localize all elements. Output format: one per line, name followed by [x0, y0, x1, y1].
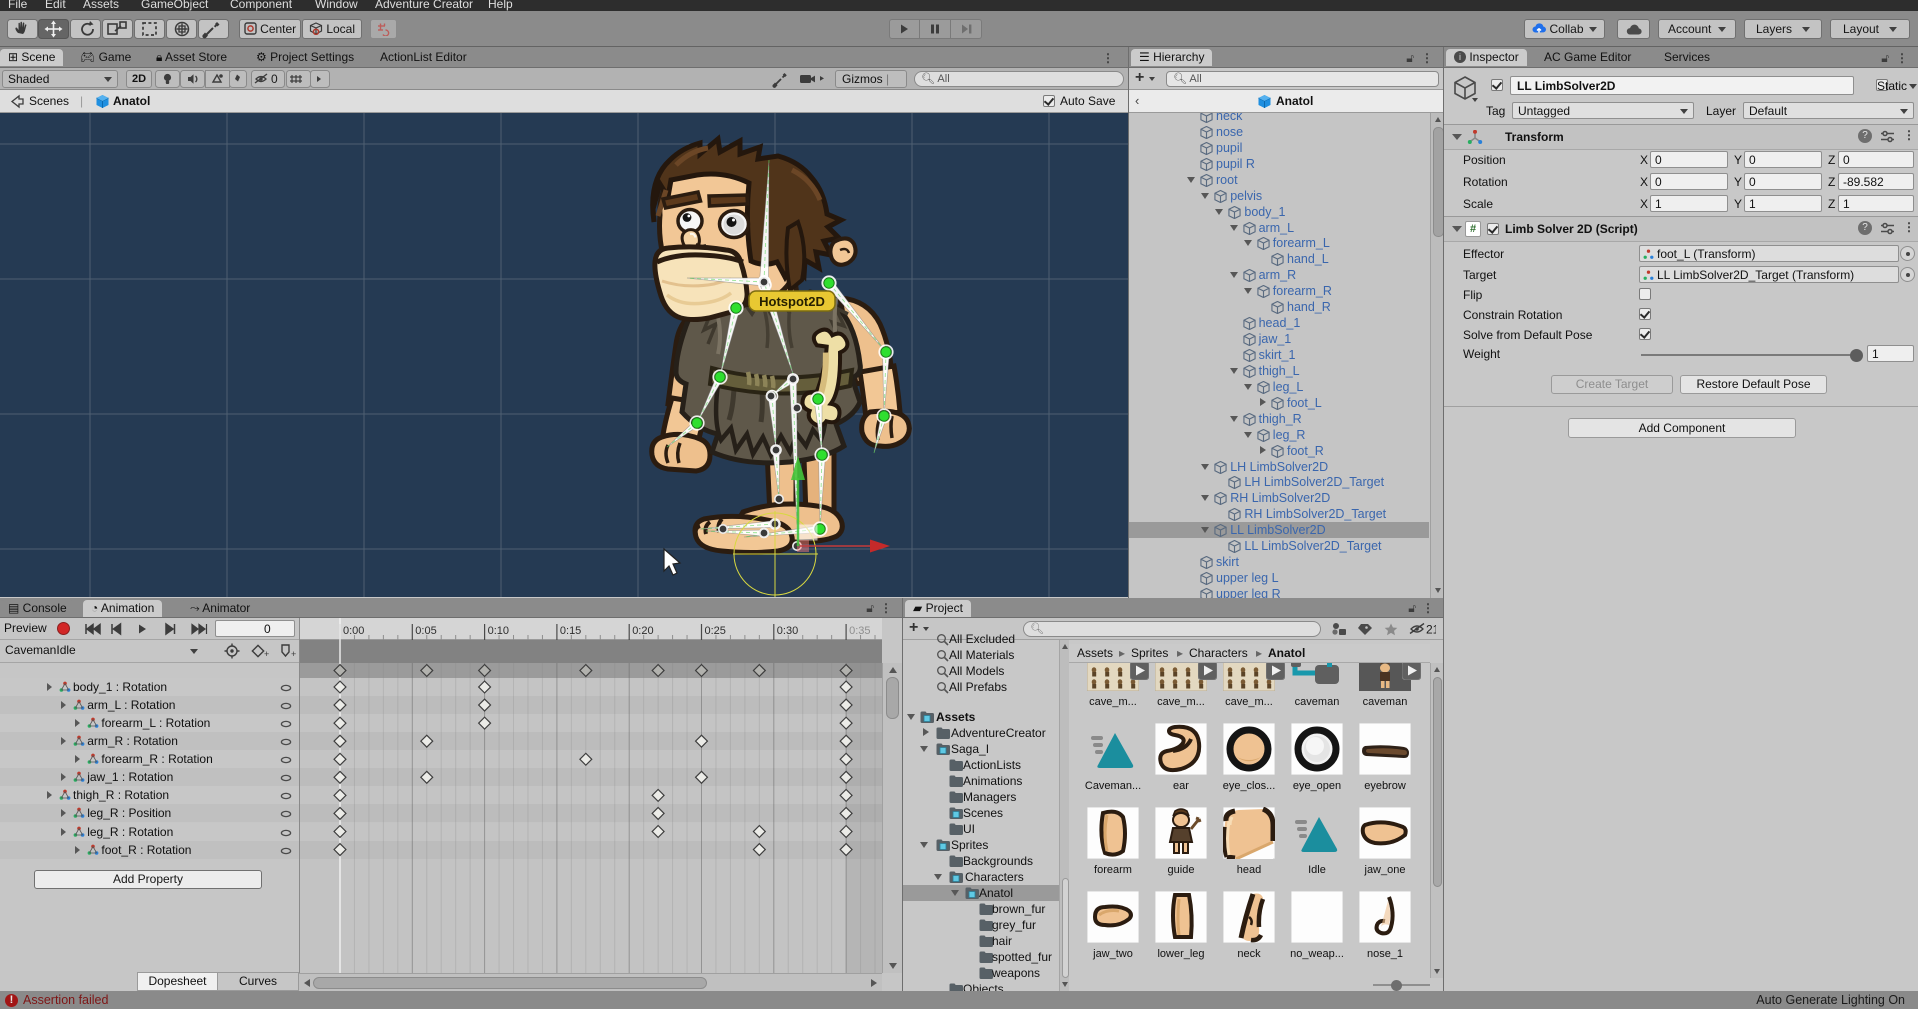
svg-text:0:00: 0:00 [343, 625, 364, 637]
svg-text:0:10: 0:10 [488, 625, 509, 637]
svg-text:0:05: 0:05 [415, 625, 436, 637]
svg-text:0:30: 0:30 [777, 625, 798, 637]
svg-text:0:15: 0:15 [560, 625, 581, 637]
svg-text:0:35: 0:35 [849, 625, 870, 637]
svg-text:0:20: 0:20 [632, 625, 653, 637]
svg-text:0:25: 0:25 [705, 625, 726, 637]
svg-text:0: 0 [271, 72, 278, 86]
svg-text:+: + [264, 649, 269, 659]
svg-text:Hotspot2D: Hotspot2D [759, 294, 825, 309]
svg-text:+: + [291, 649, 296, 659]
